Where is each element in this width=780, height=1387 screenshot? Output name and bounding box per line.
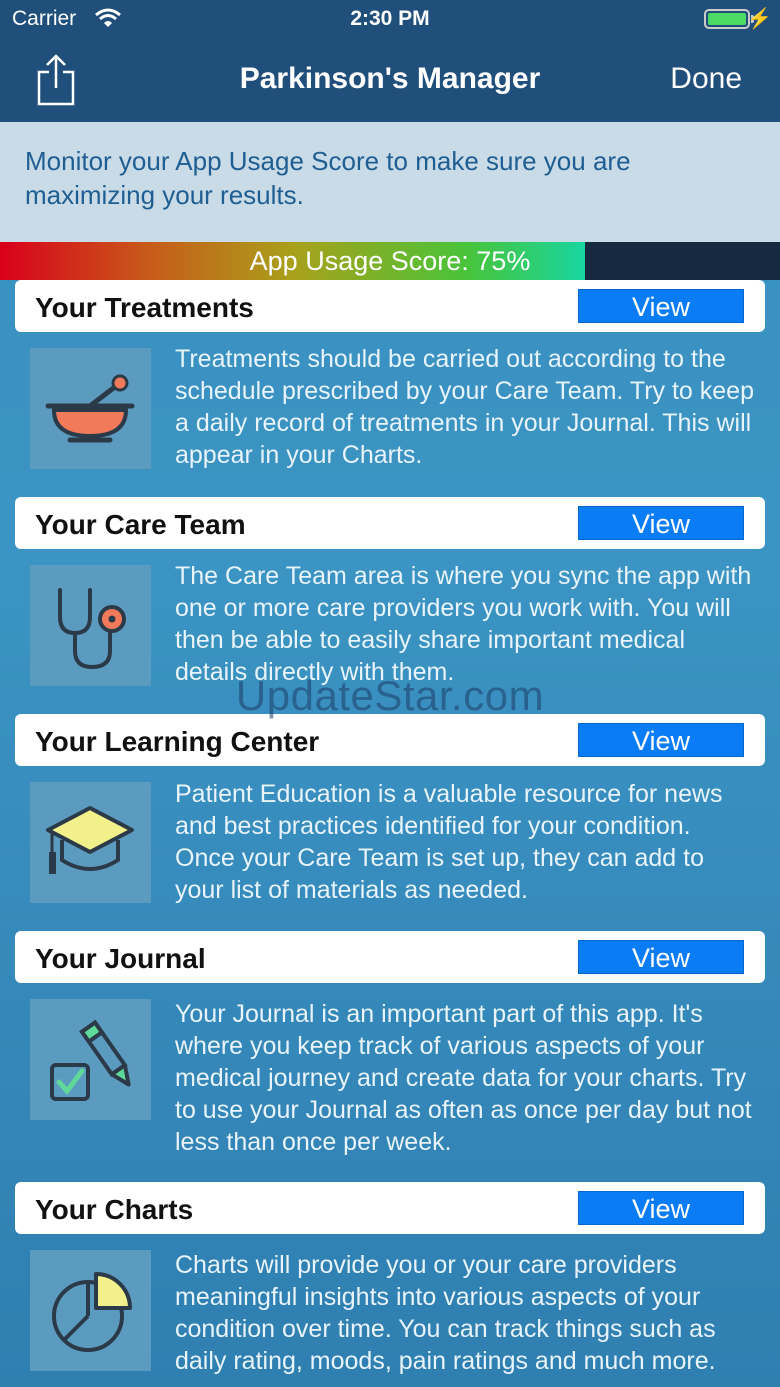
section-header-charts: Your Charts View bbox=[15, 1182, 765, 1234]
stethoscope-icon bbox=[30, 565, 151, 686]
app-usage-score-bar: App Usage Score: 75% bbox=[0, 242, 780, 280]
charging-bolt-icon: ⚡ bbox=[747, 8, 772, 30]
view-learning-center-button[interactable]: View bbox=[578, 723, 744, 757]
section-header-treatments: Your Treatments View bbox=[15, 280, 765, 332]
view-treatments-button[interactable]: View bbox=[578, 289, 744, 323]
usage-banner: Monitor your App Usage Score to make sur… bbox=[0, 122, 780, 242]
view-care-team-button[interactable]: View bbox=[578, 506, 744, 540]
clock: 2:30 PM bbox=[350, 7, 430, 30]
mortar-pestle-icon bbox=[30, 348, 151, 469]
section-title: Your Learning Center bbox=[35, 726, 320, 757]
status-bar: Carrier 2:30 PM ⚡ bbox=[0, 0, 780, 38]
journal-description: Your Journal is an important part of thi… bbox=[175, 1000, 752, 1156]
done-button[interactable]: Done bbox=[670, 62, 742, 96]
journal-pencil-checkbox-icon bbox=[30, 999, 151, 1120]
treatments-description: Treatments should be carried out accordi… bbox=[175, 345, 754, 469]
section-title: Your Journal bbox=[35, 943, 206, 974]
learning-center-description: Patient Education is a valuable resource… bbox=[175, 780, 723, 904]
view-journal-button[interactable]: View bbox=[578, 940, 744, 974]
care-team-description: The Care Team area is where you sync the… bbox=[175, 562, 752, 686]
section-title: Your Charts bbox=[35, 1194, 194, 1225]
page-title: Parkinson's Manager bbox=[239, 62, 541, 95]
charts-description: Charts will provide you or your care pro… bbox=[175, 1251, 716, 1375]
pie-chart-icon bbox=[30, 1250, 151, 1371]
section-title: Your Treatments bbox=[35, 292, 254, 323]
section-title: Your Care Team bbox=[35, 509, 246, 540]
watermark: UpdateStar.com bbox=[235, 672, 545, 719]
section-header-journal: Your Journal View bbox=[15, 931, 765, 983]
score-label: App Usage Score: 75% bbox=[249, 246, 531, 276]
graduation-cap-icon bbox=[30, 782, 151, 903]
battery-icon bbox=[704, 9, 750, 29]
nav-bar: Parkinson's Manager Done bbox=[0, 38, 780, 122]
view-charts-button[interactable]: View bbox=[578, 1191, 744, 1225]
section-header-care-team: Your Care Team View bbox=[15, 497, 765, 549]
section-header-learning-center: Your Learning Center View bbox=[15, 714, 765, 766]
